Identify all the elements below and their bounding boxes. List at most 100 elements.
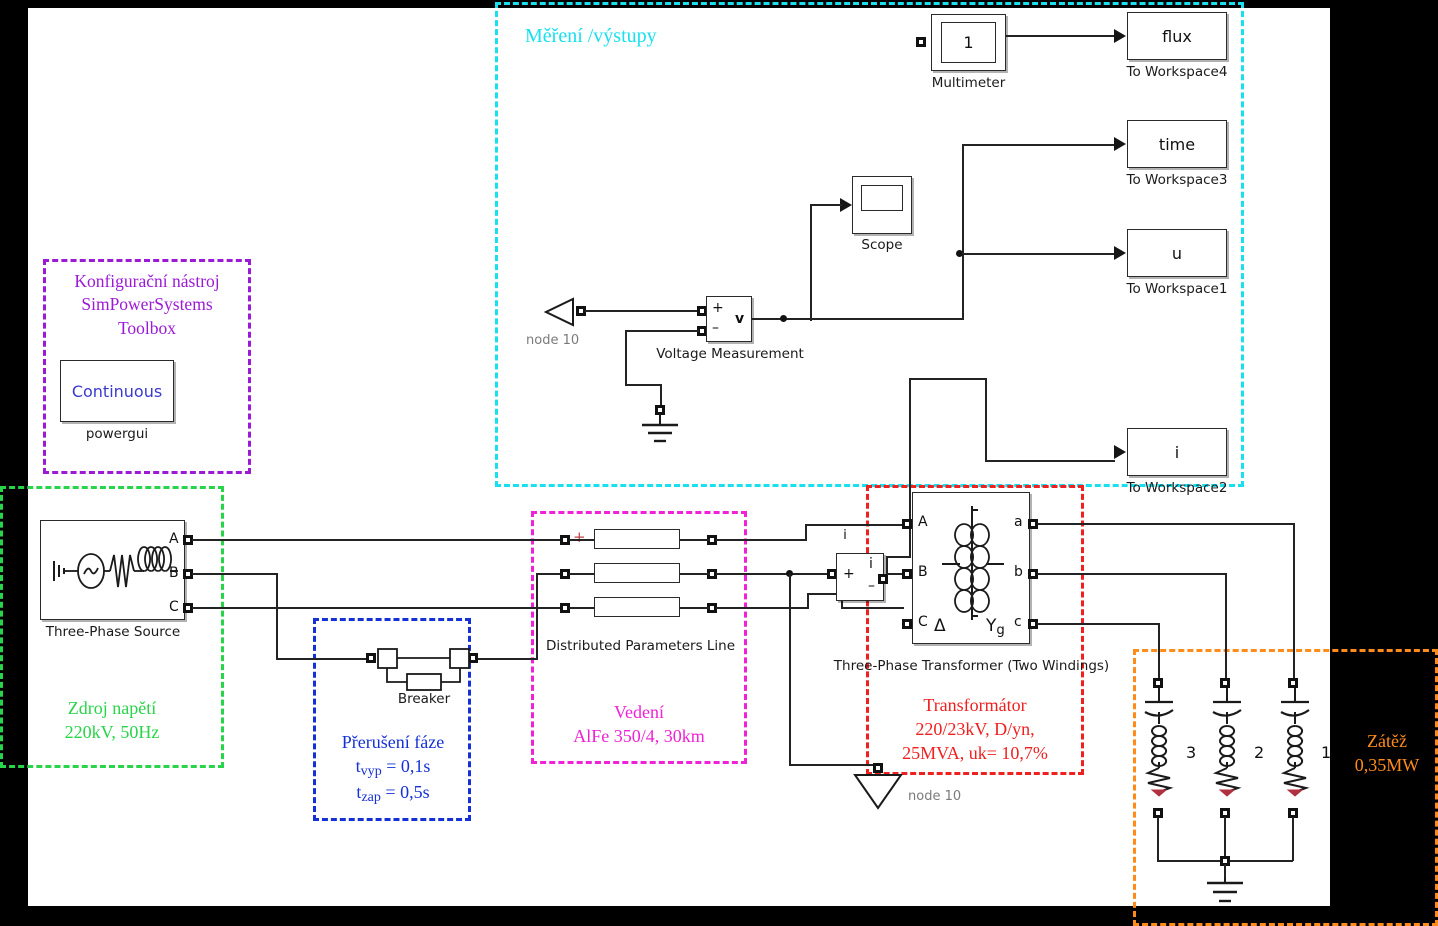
wire-tr-a-drop xyxy=(805,524,807,541)
transformer-secondary-y: Y xyxy=(986,616,997,636)
transformer-label-b: b xyxy=(1014,564,1023,580)
to-workspace4-value: flux xyxy=(1162,26,1192,46)
wire-vm-to-scope-horizontal xyxy=(810,204,842,206)
voltage-meas-minus-sign: – xyxy=(712,320,719,336)
wire-phase-b-down xyxy=(276,573,278,659)
wire-phase-b-to-breaker xyxy=(276,658,368,660)
wire-dl-b-to-cm xyxy=(716,573,829,575)
breaker-icon[interactable] xyxy=(376,644,472,692)
voltage-measurement-label: Voltage Measurement xyxy=(656,346,804,362)
wire-dl-b-out xyxy=(680,573,710,575)
dist-line-label: Distributed Parameters Line xyxy=(545,638,736,654)
transformer-primary-config: Δ xyxy=(934,616,946,636)
load-branch-2-icon[interactable] xyxy=(1204,688,1250,798)
wire-gnd-stub xyxy=(660,384,662,407)
to-workspace1-block[interactable]: u xyxy=(1127,229,1227,277)
current-meas-minus-port[interactable] xyxy=(878,574,888,584)
breaker-annotation-line3: tzap = 0,5s xyxy=(318,781,468,807)
arrow-flux-in xyxy=(1114,29,1126,43)
transformer-secondary-config: Yg xyxy=(986,616,1005,638)
wire-dl-a-to-tr-top xyxy=(716,539,806,541)
to-workspace3-block[interactable]: time xyxy=(1127,120,1227,168)
screenshot-root: Měření /výstupy Konfigurační nástroj Sim… xyxy=(0,0,1438,926)
dist-line-segment-b[interactable] xyxy=(594,563,680,583)
wire-vm-minus-down xyxy=(625,330,627,385)
arrow-i-in xyxy=(1114,445,1126,459)
breaker-port-left[interactable] xyxy=(366,653,376,663)
multimeter-in-port[interactable] xyxy=(916,37,926,47)
breaker-tvyp-val: = 0,1s xyxy=(381,755,431,776)
transformer-winding-icon xyxy=(942,506,1004,620)
voltage-meas-output-label: v xyxy=(735,311,745,327)
ground-icon-vm xyxy=(642,414,678,443)
three-phase-source-icon xyxy=(53,546,178,589)
source-port-a-label: A xyxy=(169,531,179,547)
dist-line-segment-c[interactable] xyxy=(594,597,680,617)
to-workspace4-block[interactable]: flux xyxy=(1127,12,1227,60)
wire-vm-minus-left xyxy=(625,330,699,332)
to-workspace2-label: To Workspace2 xyxy=(1126,480,1228,496)
junction-v-out xyxy=(780,315,787,322)
wire-tr-b-to-load2 xyxy=(1037,573,1227,575)
wire-vm-to-scope-vertical xyxy=(810,205,812,321)
wire-i-signal-down xyxy=(985,378,987,460)
wire-u-to-time-up xyxy=(962,144,964,254)
wire-load3-to-neutral xyxy=(1157,817,1159,861)
source-annotation-line2: 220kV, 50Hz xyxy=(64,721,160,742)
dist-line-segment-a[interactable] xyxy=(594,529,680,549)
multimeter-value: 1 xyxy=(963,33,974,52)
load-annotation-line1: Zátěž xyxy=(1367,731,1407,751)
load-branch-1-icon[interactable] xyxy=(1272,688,1318,798)
load-annotation: Zátěž 0,35MW xyxy=(1336,730,1438,778)
three-phase-source-label: Three-Phase Source xyxy=(45,624,181,640)
current-meas-output-label: i xyxy=(869,556,873,572)
transformer-port-A[interactable] xyxy=(902,519,912,529)
wire-load1-to-neutral xyxy=(1292,817,1294,861)
powergui-annotation-line2: SimPowerSystems xyxy=(81,294,213,315)
wire-multimeter-to-flux xyxy=(1006,35,1118,37)
load-branch-1-top-port[interactable] xyxy=(1288,678,1298,688)
wire-i-signal-right xyxy=(886,556,910,558)
group-label-measurement: Měření /výstupy xyxy=(525,25,657,47)
goto-tag-left-icon[interactable] xyxy=(543,296,575,328)
goto-tag-left-label: node 10 xyxy=(526,333,580,348)
transformer-port-C[interactable] xyxy=(902,619,912,629)
load-branch-3-icon[interactable] xyxy=(1136,688,1182,798)
transformer-annotation-line1: Transformátor xyxy=(923,695,1027,715)
powergui-annotation: Konfigurační nástroj SimPowerSystems Too… xyxy=(51,270,243,340)
wire-i-signal-up2 xyxy=(909,378,911,558)
current-meas-plus-sign: + xyxy=(843,566,855,582)
powergui-block-text: Continuous xyxy=(71,381,163,401)
breaker-annotation-line2: tvyp = 0,1s xyxy=(318,755,468,781)
to-workspace2-value: i xyxy=(1174,442,1180,462)
transformer-port-B[interactable] xyxy=(902,569,912,579)
transformer-secondary-g: g xyxy=(996,622,1005,638)
transformer-block-label: Three-Phase Transformer (Two Windings) xyxy=(833,658,1110,674)
wire-v-to-u xyxy=(962,253,1114,255)
goto-tag-bottom-label: node 10 xyxy=(908,789,962,804)
breaker-tzap-sub: zap xyxy=(361,788,381,805)
to-workspace3-label: To Workspace3 xyxy=(1126,172,1228,188)
transformer-label-C: C xyxy=(918,614,928,630)
load-branch-3-top-port[interactable] xyxy=(1153,678,1163,688)
transformer-label-a: a xyxy=(1014,514,1023,530)
wire-phase-b-seg1 xyxy=(192,573,278,575)
transformer-annotation: Transformátor 220/23kV, D/yn, 25MVA, uk=… xyxy=(873,694,1077,766)
arrow-u-in xyxy=(1114,246,1126,260)
to-workspace2-block[interactable]: i xyxy=(1127,428,1227,476)
load-branch-2-label: 2 xyxy=(1254,743,1265,762)
source-port-b-label: B xyxy=(169,565,179,581)
scope-label: Scope xyxy=(861,237,903,253)
model-canvas[interactable]: Měření /výstupy Konfigurační nástroj Sim… xyxy=(0,2,1438,926)
wire-dl-a-out xyxy=(680,539,710,541)
wire-phase-c xyxy=(192,607,561,609)
transformer-annotation-line3: 25MVA, uk= 10,7% xyxy=(902,742,1048,763)
load-branch-2-top-port[interactable] xyxy=(1220,678,1230,688)
goto-tag-bottom-icon[interactable] xyxy=(852,773,904,811)
ground-icon-load xyxy=(1207,878,1243,903)
load-branch-3-label: 3 xyxy=(1186,743,1197,762)
wire-tr-a-into-port xyxy=(805,524,904,526)
breaker-annotation-line1: Přerušení fáze xyxy=(341,732,445,752)
powergui-block[interactable]: Continuous xyxy=(60,360,174,422)
to-workspace1-value: u xyxy=(1171,243,1183,263)
